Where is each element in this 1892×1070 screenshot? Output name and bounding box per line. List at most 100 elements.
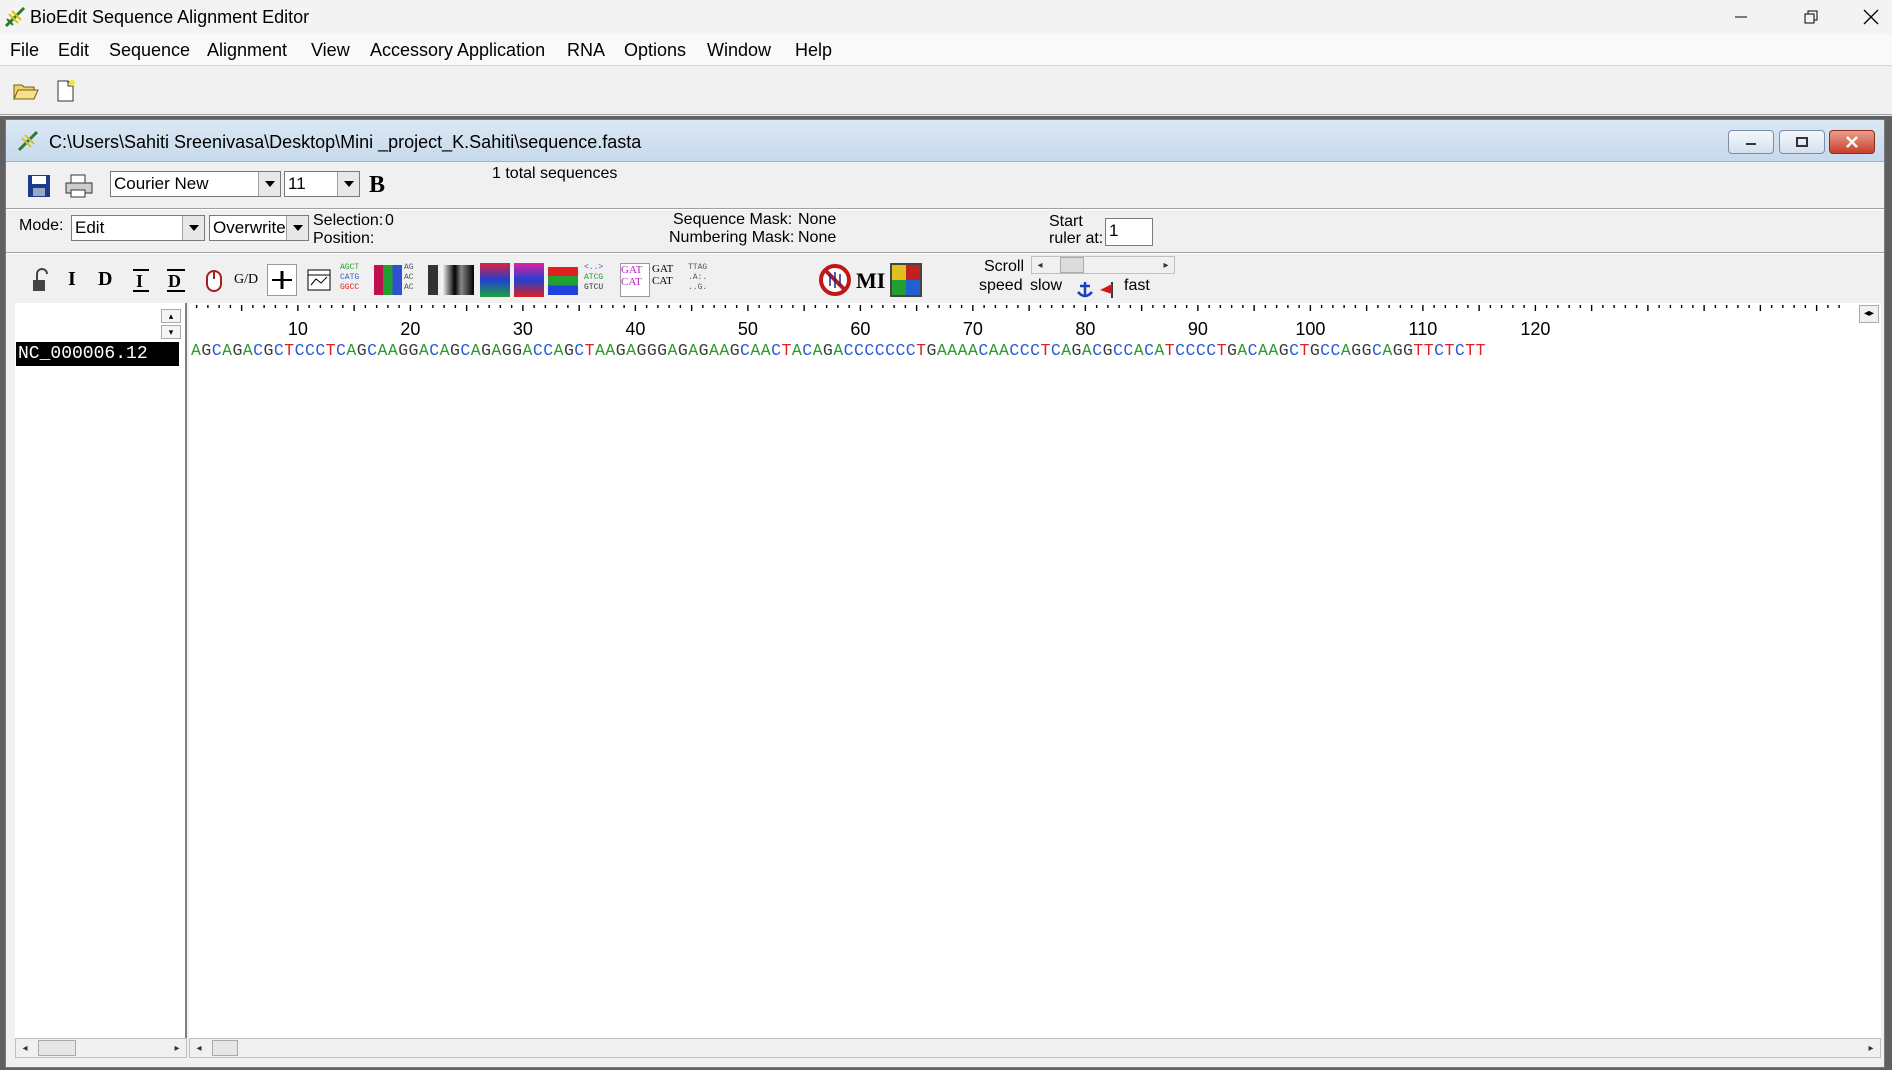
residue-g[interactable]: G (1393, 341, 1403, 360)
close-button[interactable] (1846, 0, 1892, 34)
residue-g[interactable]: G (264, 341, 274, 360)
residue-c[interactable]: C (574, 341, 584, 360)
residue-g[interactable]: G (502, 341, 512, 360)
residue-g[interactable]: G (1362, 341, 1372, 360)
residue-a[interactable]: A (554, 341, 564, 360)
menu-alignment[interactable]: Alignment (207, 40, 287, 61)
residue-c[interactable]: C (875, 341, 885, 360)
color-blocks-alt-icon[interactable] (514, 263, 544, 297)
residue-c[interactable]: C (1113, 341, 1123, 360)
mouse-icon[interactable] (204, 265, 224, 295)
shade-text-icon[interactable]: AG AC AC (404, 263, 426, 297)
residue-c[interactable]: C (1092, 341, 1102, 360)
residue-c[interactable]: C (1030, 341, 1040, 360)
residue-g[interactable]: G (699, 341, 709, 360)
residue-g[interactable]: G (512, 341, 522, 360)
names-scroll-up-button[interactable]: ▴ (161, 309, 181, 323)
insert-mode-button[interactable]: I (68, 268, 76, 291)
residue-c[interactable]: C (1320, 341, 1330, 360)
residue-a[interactable]: A (419, 341, 429, 360)
residue-a[interactable]: A (471, 341, 481, 360)
doc-minimize-button[interactable] (1728, 130, 1774, 154)
residue-a[interactable]: A (833, 341, 843, 360)
residue-a[interactable]: A (222, 341, 232, 360)
new-document-icon[interactable] (52, 79, 80, 103)
slider-left-arrow-icon[interactable]: ◂ (1032, 257, 1048, 273)
residue-c[interactable]: C (906, 341, 916, 360)
residue-a[interactable]: A (626, 341, 636, 360)
chevron-down-icon[interactable] (258, 172, 280, 196)
sequence-alignment-panel[interactable]: 10 20 30 40 50 60 70 80 90 100 110 120 ◂▸ AGCAGACGC… (189, 303, 1881, 1049)
residue-c[interactable]: C (978, 341, 988, 360)
residue-g[interactable]: G (657, 341, 667, 360)
residue-a[interactable]: A (1082, 341, 1092, 360)
residue-a[interactable]: A (1258, 341, 1268, 360)
start-ruler-input[interactable]: 1 (1105, 218, 1153, 246)
residue-c[interactable]: C (1434, 341, 1444, 360)
residue-g[interactable]: G (647, 341, 657, 360)
save-icon[interactable] (26, 173, 52, 199)
residue-a[interactable]: A (947, 341, 957, 360)
mutual-information-button[interactable]: MI (856, 268, 885, 294)
residue-g[interactable]: G (232, 341, 242, 360)
residue-g[interactable]: G (616, 341, 626, 360)
chevron-down-icon[interactable] (182, 216, 204, 240)
residue-c[interactable]: C (367, 341, 377, 360)
color-bars-icon[interactable] (548, 267, 578, 295)
residue-t[interactable]: T (284, 341, 294, 360)
residue-c[interactable]: C (895, 341, 905, 360)
gap-delete-toggle[interactable]: G/D (234, 272, 258, 288)
matrix-view-icon[interactable] (890, 263, 922, 297)
residue-c[interactable]: C (533, 341, 543, 360)
residue-g[interactable]: G (678, 341, 688, 360)
residue-c[interactable]: C (1248, 341, 1258, 360)
delete-gap-icon[interactable]: D (164, 266, 188, 294)
minimize-button[interactable] (1716, 0, 1766, 34)
residue-t[interactable]: T (1040, 341, 1050, 360)
residue-a[interactable]: A (688, 341, 698, 360)
color-text-icon[interactable]: AGCT CATG GGCC (340, 263, 374, 297)
residue-a[interactable]: A (1341, 341, 1351, 360)
residue-a[interactable]: A (761, 341, 771, 360)
residue-c[interactable]: C (854, 341, 864, 360)
residue-c[interactable]: C (1175, 341, 1185, 360)
residue-c[interactable]: C (1186, 341, 1196, 360)
unlock-icon[interactable] (30, 268, 52, 294)
edit-mode-select[interactable]: Overwrite (209, 215, 309, 241)
residue-g[interactable]: G (1072, 341, 1082, 360)
scroll-thumb[interactable] (212, 1040, 238, 1056)
residue-a[interactable]: A (243, 341, 253, 360)
sequence-names-panel[interactable]: ▴ ▾ (15, 303, 187, 1049)
grayscale-icon[interactable] (442, 265, 474, 295)
residue-a[interactable]: A (491, 341, 501, 360)
residue-g[interactable]: G (823, 341, 833, 360)
residue-a[interactable]: A (999, 341, 1009, 360)
residue-g[interactable]: G (1227, 341, 1237, 360)
residue-c[interactable]: C (885, 341, 895, 360)
residue-a[interactable]: A (388, 341, 398, 360)
open-folder-icon[interactable] (12, 79, 40, 103)
residue-t[interactable]: T (1444, 341, 1454, 360)
residue-t[interactable]: T (1165, 341, 1175, 360)
menu-file[interactable]: File (10, 40, 39, 61)
bold-toggle-button[interactable]: B (369, 172, 385, 199)
residue-a[interactable]: A (377, 341, 387, 360)
residue-a[interactable]: A (346, 341, 356, 360)
residue-c[interactable]: C (336, 341, 346, 360)
menu-help[interactable]: Help (795, 40, 832, 61)
residue-t[interactable]: T (1465, 341, 1475, 360)
residue-a[interactable]: A (1268, 341, 1278, 360)
restore-button[interactable] (1786, 0, 1836, 34)
residue-c[interactable]: C (1331, 341, 1341, 360)
residue-a[interactable]: A (668, 341, 678, 360)
residue-c[interactable]: C (1455, 341, 1465, 360)
residue-c[interactable]: C (771, 341, 781, 360)
residue-c[interactable]: C (212, 341, 222, 360)
names-horizontal-scrollbar[interactable]: ◂ ▸ (15, 1038, 187, 1058)
color-background-icon[interactable] (374, 265, 402, 295)
residue-g[interactable]: G (357, 341, 367, 360)
residue-a[interactable]: A (1061, 341, 1071, 360)
anchor-icon[interactable] (1076, 280, 1094, 300)
residue-c[interactable]: C (429, 341, 439, 360)
residue-c[interactable]: C (844, 341, 854, 360)
